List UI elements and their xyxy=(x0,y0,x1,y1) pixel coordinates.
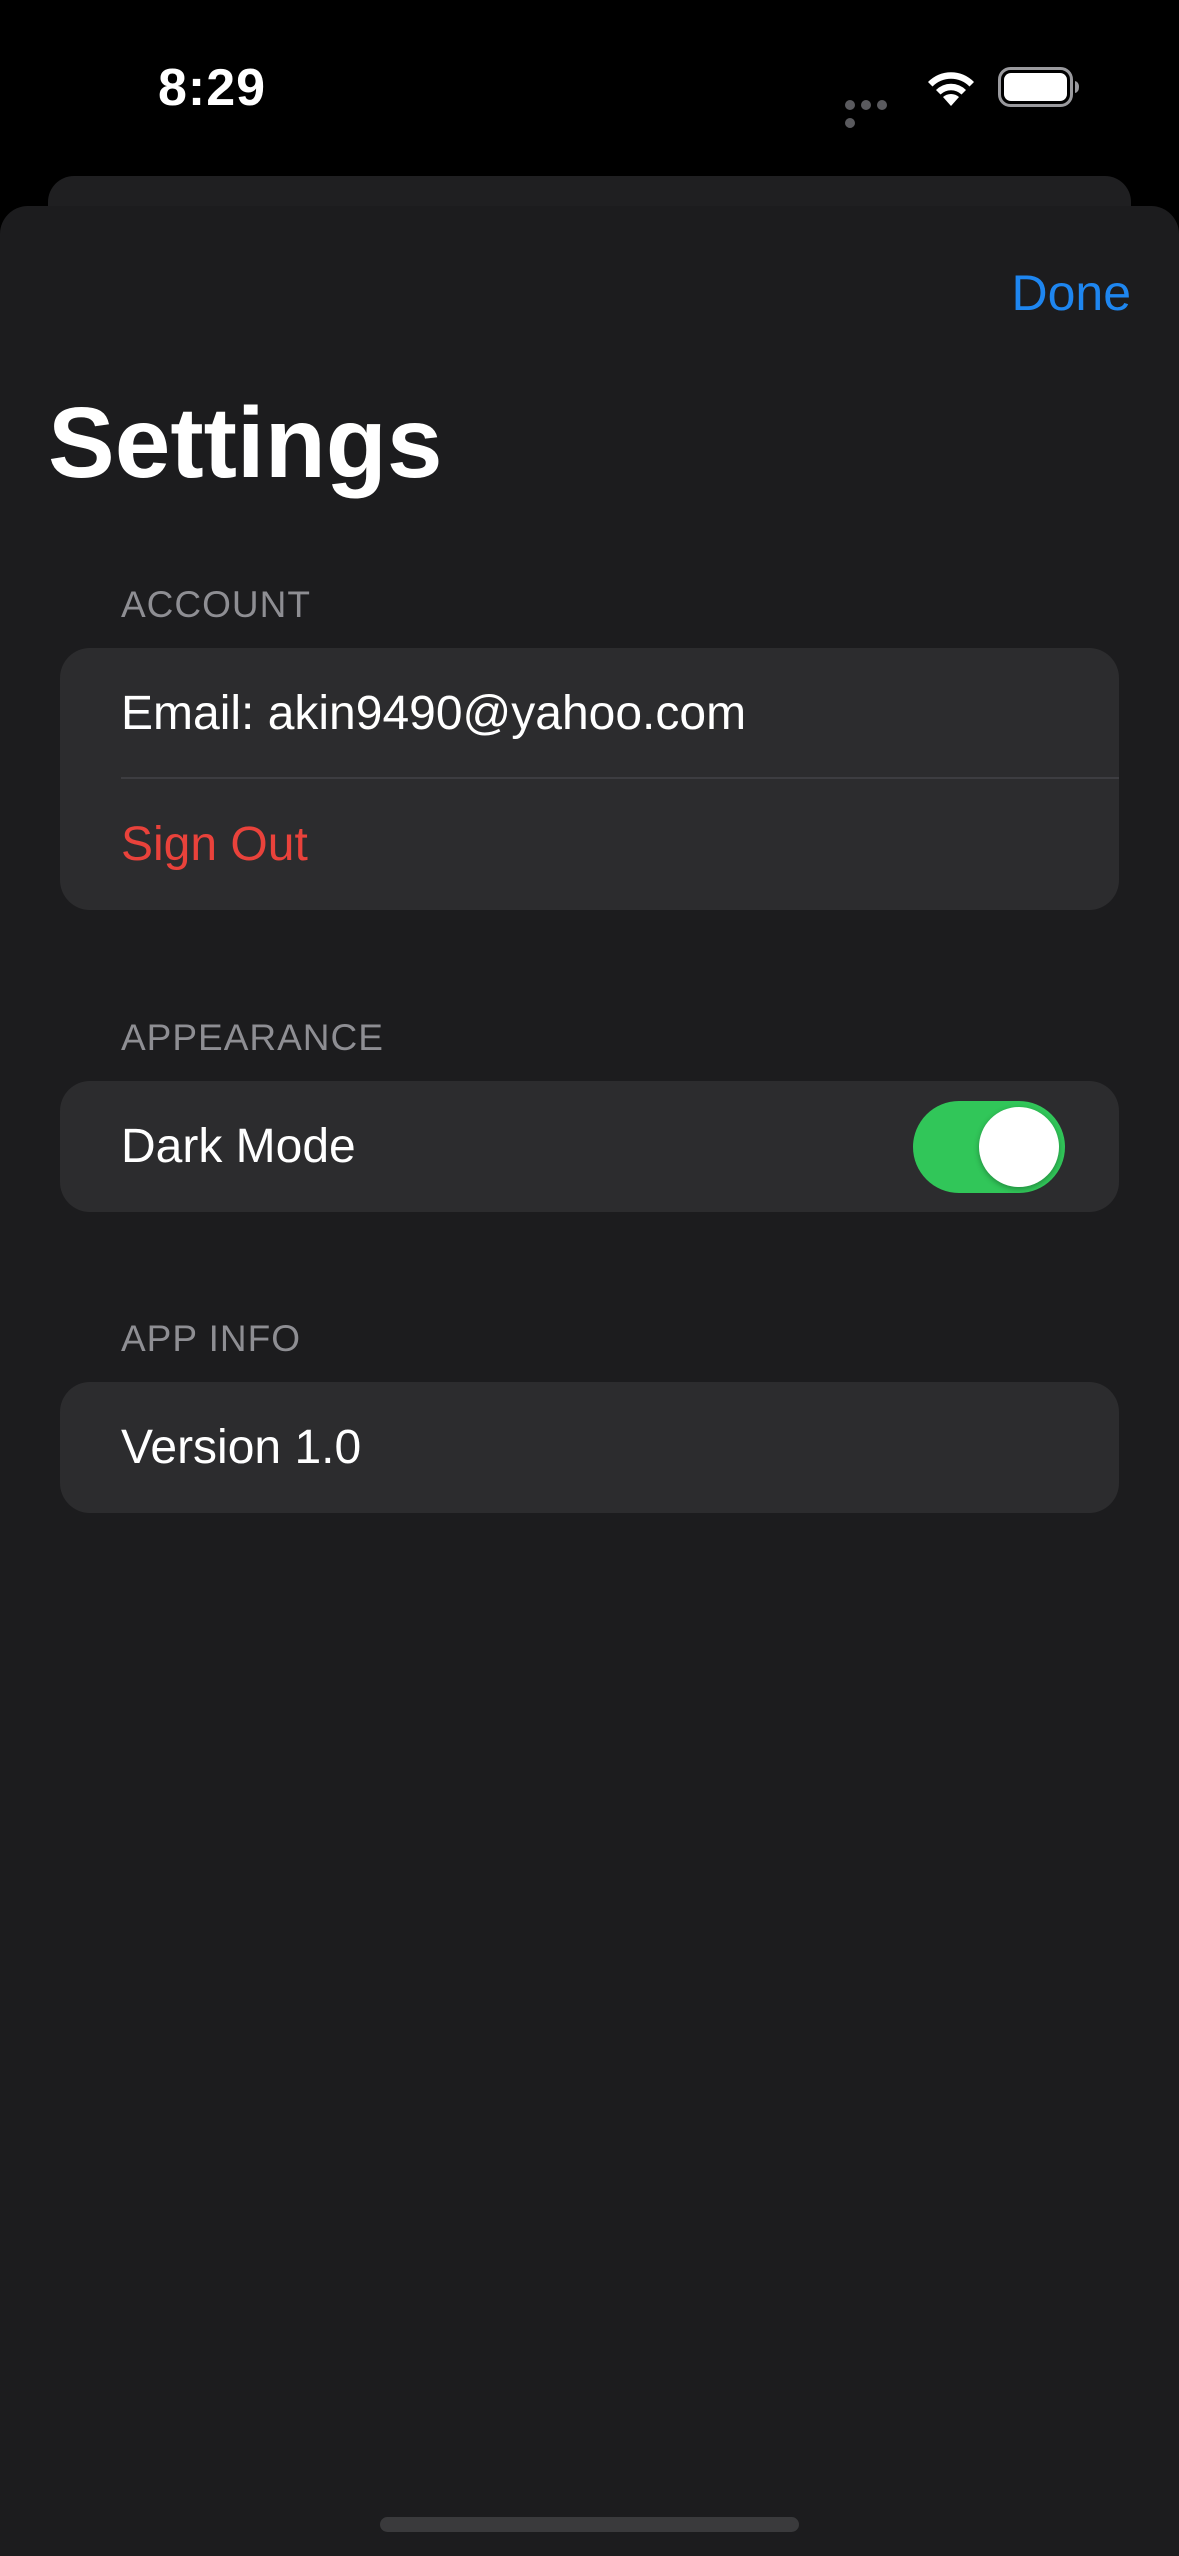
account-group: Email: akin9490@yahoo.com Sign Out xyxy=(60,648,1119,910)
app-info-group: Version 1.0 xyxy=(60,1382,1119,1513)
toggle-knob xyxy=(979,1107,1059,1187)
signal-dots-icon xyxy=(845,97,905,128)
screen: 8:29 Done Settings ACCOUNT Email: akin94… xyxy=(0,0,1179,2556)
battery-full-icon xyxy=(998,67,1079,107)
section-header-appearance: APPEARANCE xyxy=(121,1017,384,1058)
email-row: Email: akin9490@yahoo.com xyxy=(60,648,1119,779)
status-time: 8:29 xyxy=(158,59,267,117)
dark-mode-label: Dark Mode xyxy=(121,1120,356,1173)
sign-out-button[interactable]: Sign Out xyxy=(60,779,1119,910)
wifi-icon xyxy=(928,72,974,106)
settings-sheet: Done Settings ACCOUNT Email: akin9490@ya… xyxy=(0,206,1179,2556)
appearance-group: Dark Mode xyxy=(60,1081,1119,1212)
section-header-account: ACCOUNT xyxy=(121,584,311,625)
version-row: Version 1.0 xyxy=(121,1421,362,1474)
dark-mode-toggle[interactable] xyxy=(913,1101,1065,1193)
page-title: Settings xyxy=(48,387,443,499)
dark-mode-row: Dark Mode xyxy=(60,1081,1119,1212)
section-header-app-info: APP INFO xyxy=(121,1318,302,1359)
home-indicator[interactable] xyxy=(380,2517,799,2532)
done-button[interactable]: Done xyxy=(1011,264,1131,322)
